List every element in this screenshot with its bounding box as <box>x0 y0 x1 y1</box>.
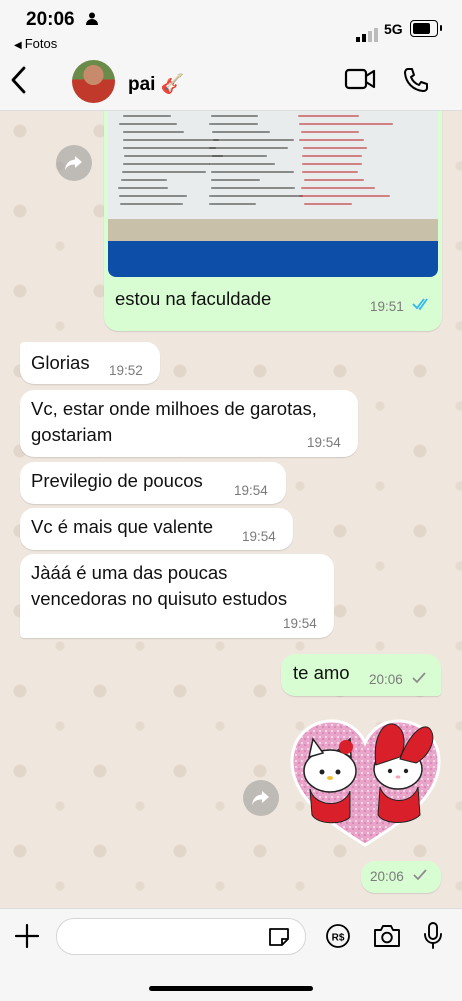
whiteboard-writing <box>301 187 375 189</box>
whiteboard-writing <box>211 187 295 189</box>
whiteboard-writing <box>124 155 224 157</box>
composer-bar: R$ <box>0 908 462 1001</box>
payment-icon[interactable]: R$ <box>325 923 351 954</box>
whiteboard-writing <box>304 203 352 205</box>
delivered-check-icon <box>413 868 427 887</box>
whiteboard-writing <box>120 203 182 205</box>
forward-icon[interactable] <box>243 780 279 816</box>
back-chevron-icon[interactable] <box>10 65 28 100</box>
home-indicator[interactable] <box>149 986 313 991</box>
contact-name[interactable]: pai 🎸 <box>128 72 184 96</box>
whiteboard-writing <box>209 123 258 125</box>
image-caption: estou na faculdade <box>115 286 271 312</box>
chat-header: pai 🎸 <box>0 52 462 111</box>
whiteboard-writing <box>304 179 365 181</box>
delivered-check-icon <box>412 671 426 690</box>
whiteboard-writing <box>121 179 167 181</box>
person-icon <box>86 12 98 30</box>
whiteboard-writing <box>122 171 206 173</box>
message-text: Previlegio de poucos <box>31 468 203 494</box>
status-bar: 20:06 ◀ Fotos 5G <box>0 0 462 52</box>
incoming-message[interactable]: Previlegio de poucos 19:54 <box>20 462 286 504</box>
chat-area[interactable]: estou na faculdade 19:51 Glorias 19:52 V… <box>0 111 462 908</box>
whiteboard-writing <box>299 195 390 197</box>
sticker-icon[interactable] <box>266 915 292 960</box>
status-time: 20:06 <box>26 9 75 31</box>
whiteboard-writing <box>213 139 294 141</box>
microphone-icon[interactable] <box>422 921 444 956</box>
incoming-message[interactable]: Glorias 19:52 <box>20 342 160 384</box>
message-text-line: gostariam <box>31 422 112 448</box>
whiteboard-writing <box>118 187 168 189</box>
plus-icon[interactable] <box>14 923 40 954</box>
whiteboard-writing <box>303 147 366 149</box>
incoming-message[interactable]: Vc, estar onde milhoes de garotas, gosta… <box>20 390 358 457</box>
read-receipt-icon <box>412 297 432 316</box>
message-text: te amo <box>293 660 350 686</box>
whiteboard-writing <box>302 163 362 165</box>
whiteboard-writing <box>211 179 260 181</box>
sticker-time-badge: 20:06 <box>361 861 441 893</box>
whiteboard-writing <box>209 195 304 197</box>
message-time: 19:51 <box>370 299 404 314</box>
whiteboard-writing <box>211 171 294 173</box>
whiteboard-writing <box>302 171 358 173</box>
whiteboard-writing <box>301 131 359 133</box>
forward-icon[interactable] <box>56 145 92 181</box>
battery-icon <box>410 20 438 37</box>
whiteboard-writing <box>123 131 184 133</box>
whiteboard-writing <box>299 139 363 141</box>
whiteboard-photo[interactable] <box>108 111 438 277</box>
message-time: 20:06 <box>370 869 404 884</box>
whiteboard-writing <box>123 163 209 165</box>
video-call-icon[interactable] <box>344 66 376 97</box>
whiteboard-writing <box>209 203 257 205</box>
outgoing-message[interactable]: te amo 20:06 <box>281 654 441 696</box>
signal-icon <box>356 24 380 42</box>
camera-icon[interactable] <box>372 923 402 954</box>
message-time: 19:54 <box>307 435 341 450</box>
whiteboard-writing <box>119 195 187 197</box>
whiteboard-writing <box>298 115 359 117</box>
svg-text:R$: R$ <box>332 933 345 944</box>
whiteboard-writing <box>119 123 178 125</box>
contact-avatar[interactable] <box>72 60 115 103</box>
whiteboard-writing <box>299 123 393 125</box>
whiteboard-writing <box>211 115 258 117</box>
outgoing-image-message[interactable]: estou na faculdade 19:51 <box>104 111 442 331</box>
message-text-line: Vc, estar onde milhoes de garotas, <box>31 396 317 422</box>
whiteboard-writing <box>123 139 220 141</box>
whiteboard-writing <box>212 131 269 133</box>
message-time: 19:52 <box>109 363 143 378</box>
back-app-label: Fotos <box>25 36 58 51</box>
incoming-message[interactable]: Vc é mais que valente 19:54 <box>20 508 293 550</box>
back-to-app-link[interactable]: ◀ Fotos <box>14 36 57 51</box>
whiteboard-writing <box>123 115 170 117</box>
message-time: 19:54 <box>283 616 317 631</box>
message-text: Vc é mais que valente <box>31 514 213 540</box>
incoming-message[interactable]: Jàáá é uma das poucas vencedoras no quis… <box>20 554 334 638</box>
message-text-line: vencedoras no quisuto estudos <box>31 586 287 612</box>
hello-kitty-sticker[interactable] <box>288 717 443 849</box>
phone-call-icon[interactable] <box>402 66 430 99</box>
whiteboard-writing <box>209 147 288 149</box>
message-text-line: Jàáá é uma das poucas <box>31 560 227 586</box>
network-type: 5G <box>384 21 403 37</box>
message-time: 19:54 <box>234 483 268 498</box>
whiteboard-writing <box>209 163 275 165</box>
whiteboard-writing <box>123 147 216 149</box>
message-time: 19:54 <box>242 529 276 544</box>
whiteboard-writing <box>212 155 267 157</box>
message-text: Glorias <box>31 350 90 376</box>
whiteboard-writing <box>302 155 362 157</box>
message-time: 20:06 <box>369 672 403 687</box>
